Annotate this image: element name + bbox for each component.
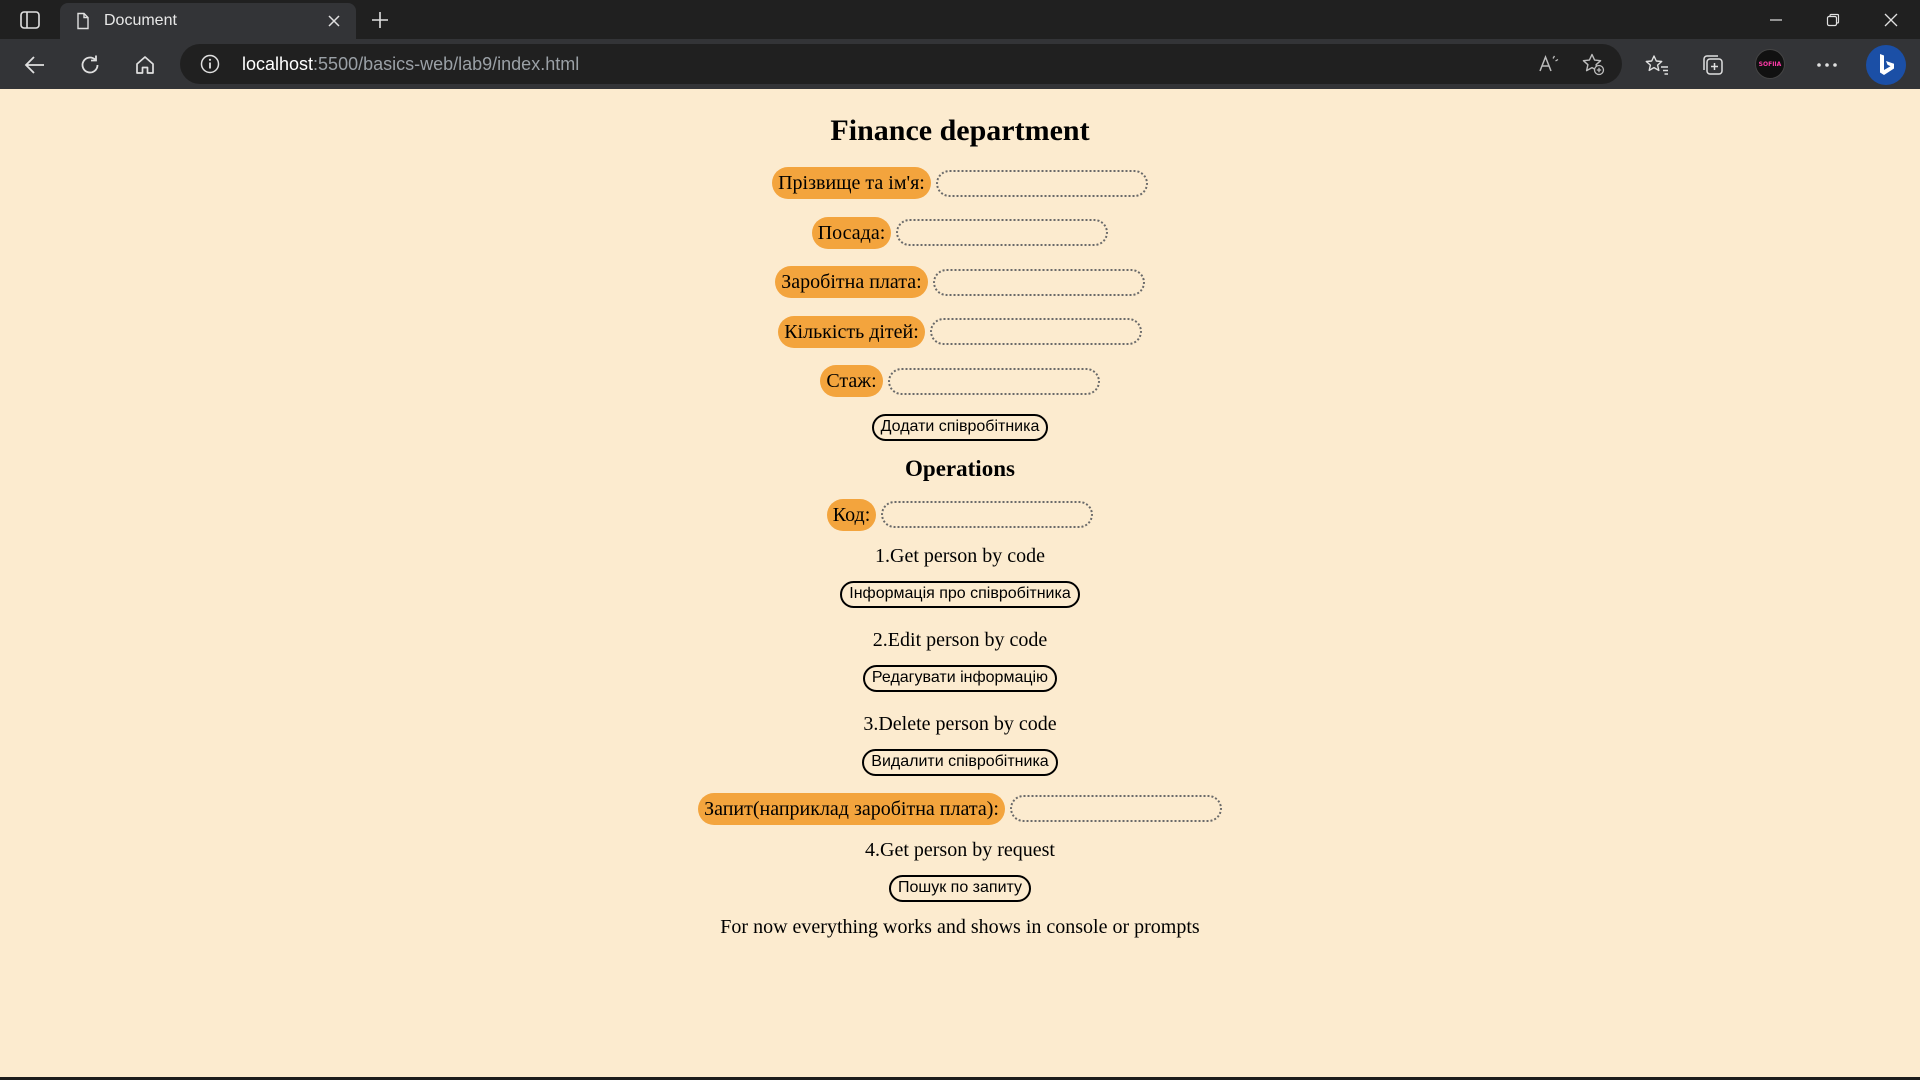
code-label: Код: [826, 498, 877, 531]
op4-button-row: Пошук по запиту [0, 874, 1920, 902]
browser-tab[interactable]: Document [60, 3, 356, 39]
url-path: :5500/basics-web/lab9/index.html [313, 54, 580, 74]
experience-input[interactable] [887, 367, 1100, 395]
browser-titlebar: Document [0, 0, 1920, 39]
form-row-code: Код: [0, 498, 1920, 532]
form-row-position: Посада: [0, 216, 1920, 250]
tab-title: Document [104, 12, 177, 29]
operations-title: Operations [905, 455, 1015, 481]
back-icon[interactable] [18, 48, 52, 82]
op4-text: 4.Get person by request [865, 838, 1055, 861]
children-count-label: Кількість дітей: [778, 315, 925, 348]
name-input[interactable] [935, 169, 1148, 197]
request-label: Запит(наприклад заробітна плата): [698, 792, 1005, 825]
close-window-icon[interactable] [1868, 6, 1914, 34]
favorites-icon[interactable] [1640, 48, 1674, 82]
restore-icon[interactable] [1810, 6, 1856, 34]
read-aloud-icon[interactable] [1537, 52, 1561, 76]
form-row-salary: Заробітна плата: [0, 265, 1920, 299]
tab-actions-icon[interactable] [18, 9, 42, 31]
experience-label: Стаж: [820, 365, 883, 397]
delete-employee-button[interactable]: Видалити співробітника [862, 748, 1058, 776]
footer-note: For now everything works and shows in co… [720, 915, 1200, 938]
search-by-request-button[interactable]: Пошук по запиту [888, 874, 1032, 902]
edit-info-button[interactable]: Редагувати інформацію [862, 664, 1058, 692]
position-input[interactable] [896, 219, 1109, 246]
code-input[interactable] [881, 501, 1094, 528]
op1-text: 1.Get person by code [875, 544, 1045, 567]
page-title: Finance department [830, 114, 1090, 147]
get-employee-info-button[interactable]: Інформація про співробітника [840, 580, 1080, 608]
form-row-request: Запит(наприклад заробітна плата): [0, 792, 1920, 826]
refresh-icon[interactable] [73, 48, 107, 82]
form-row-experience: Стаж: [0, 364, 1920, 398]
add-employee-button[interactable]: Додати співробітника [871, 413, 1049, 441]
op1-button-row: Інформація про співробітника [0, 580, 1920, 608]
form-row-children: Кількість дітей: [0, 315, 1920, 349]
home-icon[interactable] [128, 48, 162, 82]
document-icon [74, 12, 92, 30]
profile-label: SOFIIA [1758, 60, 1782, 68]
copilot-icon[interactable] [1866, 45, 1906, 85]
page-content: Finance department Прізвище та ім'я: Пос… [0, 89, 1920, 939]
op3-button-row: Видалити співробітника [0, 748, 1920, 776]
form-row-name: Прізвище та ім'я: [0, 166, 1920, 200]
op3-text: 3.Delete person by code [863, 712, 1057, 735]
address-bar[interactable]: localhost:5500/basics-web/lab9/index.htm… [180, 44, 1622, 84]
url-text[interactable]: localhost:5500/basics-web/lab9/index.htm… [242, 54, 579, 75]
profile-avatar[interactable]: SOFIIA [1755, 49, 1785, 79]
browser-toolbar: localhost:5500/basics-web/lab9/index.htm… [0, 39, 1920, 89]
more-options-icon[interactable] [1810, 48, 1844, 82]
children-count-input[interactable] [929, 318, 1142, 345]
close-tab-icon[interactable] [324, 11, 344, 31]
request-input[interactable] [1009, 795, 1222, 822]
minimize-icon[interactable] [1753, 6, 1799, 34]
add-favorite-icon[interactable] [1581, 52, 1605, 76]
add-button-row: Додати співробітника [0, 413, 1920, 441]
op2-button-row: Редагувати інформацію [0, 664, 1920, 692]
site-info-icon[interactable] [200, 54, 220, 74]
url-host: localhost [242, 54, 314, 74]
salary-input[interactable] [932, 268, 1145, 296]
new-tab-icon[interactable] [368, 8, 392, 32]
name-label: Прізвище та ім'я: [772, 167, 931, 199]
salary-label: Заробітна плата: [775, 266, 928, 298]
page-viewport: Finance department Прізвище та ім'я: Пос… [0, 89, 1920, 1077]
op2-text: 2.Edit person by code [872, 628, 1048, 651]
collections-icon[interactable] [1696, 48, 1730, 82]
position-label: Посада: [811, 216, 892, 249]
